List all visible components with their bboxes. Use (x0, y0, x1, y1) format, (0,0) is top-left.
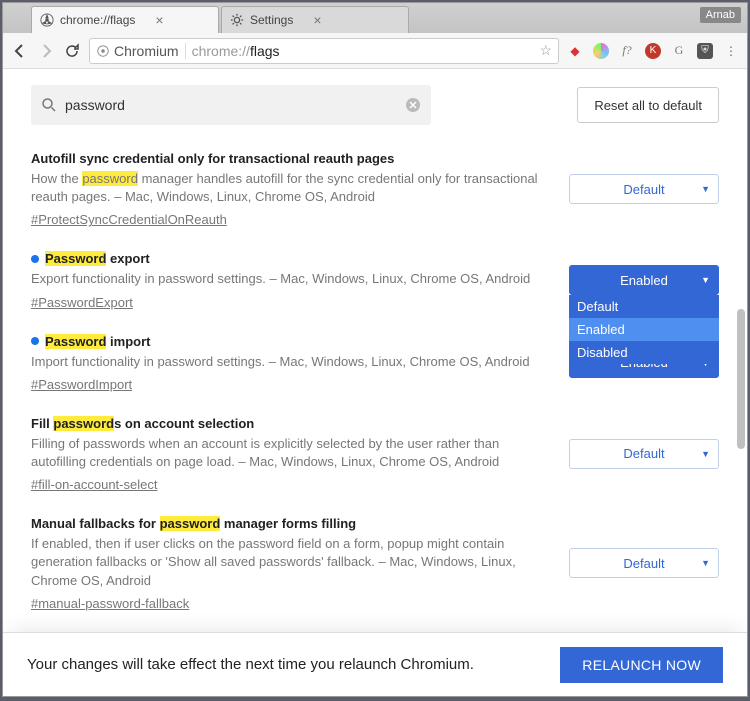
reload-button[interactable] (63, 42, 81, 60)
chevron-down-icon: ▼ (701, 275, 710, 285)
dropdown-option[interactable]: Default (569, 295, 719, 318)
flag-anchor-link[interactable]: #ProtectSyncCredentialOnReauth (31, 212, 227, 227)
flag-title: Autofill sync credential only for transa… (31, 151, 553, 166)
flag-description: Import functionality in password setting… (31, 353, 553, 371)
chevron-down-icon: ▼ (701, 558, 710, 568)
extension-icon[interactable]: f? (619, 43, 635, 59)
reset-all-button[interactable]: Reset all to default (577, 87, 719, 123)
flags-list: Autofill sync credential only for transa… (3, 137, 747, 632)
modified-dot-icon (31, 255, 39, 263)
extensions-tray: ◆ f? K G ⛨ ⋮ (567, 43, 739, 59)
toolbar: Chromium chrome://flags ☆ ◆ f? K G ⛨ ⋮ (3, 33, 747, 69)
dropdown-option[interactable]: Disabled (569, 341, 719, 364)
relaunch-footer: Your changes will take effect the next t… (3, 632, 747, 696)
site-chip: Chromium (96, 43, 186, 59)
search-icon (41, 97, 57, 113)
tab-settings[interactable]: Settings × (221, 6, 409, 33)
flag-title: Fill passwords on account selection (31, 416, 553, 431)
user-badge[interactable]: Arnab (700, 7, 741, 23)
forward-button[interactable] (37, 42, 55, 60)
flag-description: If enabled, then if user clicks on the p… (31, 535, 553, 590)
gear-icon (230, 13, 244, 27)
close-icon[interactable]: × (313, 12, 321, 28)
title-bar: chrome://flags × Settings × Arnab (3, 3, 747, 33)
page-content: Reset all to default Autofill sync crede… (3, 69, 747, 696)
extension-icon[interactable]: K (645, 43, 661, 59)
relaunch-button[interactable]: RELAUNCH NOW (560, 647, 723, 683)
flag-anchor-link[interactable]: #manual-password-fallback (31, 596, 189, 611)
flag-anchor-link[interactable]: #PasswordImport (31, 377, 132, 392)
extension-icon[interactable]: ◆ (567, 43, 583, 59)
tab-label: chrome://flags (60, 13, 135, 27)
flag-title: Password import (31, 334, 553, 349)
close-icon[interactable]: × (155, 12, 163, 28)
flag-description: Filling of passwords when an account is … (31, 435, 553, 471)
flag-row: Autofill sync credential only for transa… (31, 137, 719, 237)
extension-icon[interactable] (593, 43, 609, 59)
search-input[interactable] (65, 97, 405, 113)
flags-search[interactable] (31, 85, 431, 125)
radioactive-icon (40, 13, 54, 27)
extension-icon[interactable]: ⛨ (697, 43, 713, 59)
clear-icon[interactable] (405, 97, 421, 113)
flag-row: Password export Export functionality in p… (31, 237, 719, 319)
back-button[interactable] (11, 42, 29, 60)
tab-label: Settings (250, 13, 293, 27)
flag-anchor-link[interactable]: #PasswordExport (31, 295, 133, 310)
flag-state-select[interactable]: Default▼ (569, 439, 719, 469)
extension-icon[interactable]: G (671, 43, 687, 59)
browser-window: chrome://flags × Settings × Arnab Chromi… (2, 2, 748, 697)
footer-message: Your changes will take effect the next t… (27, 656, 474, 673)
modified-dot-icon (31, 337, 39, 345)
chevron-down-icon: ▼ (701, 184, 710, 194)
bookmark-star-icon[interactable]: ☆ (539, 42, 552, 59)
flag-state-select[interactable]: Enabled▼ (569, 265, 719, 295)
scrollbar-thumb[interactable] (737, 309, 745, 449)
dropdown-option[interactable]: Enabled (569, 318, 719, 341)
chevron-down-icon: ▼ (701, 449, 710, 459)
menu-icon[interactable]: ⋮ (723, 43, 739, 59)
address-text: chrome://flags (192, 43, 280, 59)
flag-anchor-link[interactable]: #fill-on-account-select (31, 477, 157, 492)
flag-state-dropdown: DefaultEnabledDisabled (569, 295, 719, 364)
flag-description: Export functionality in password setting… (31, 270, 553, 288)
flag-title: Password export (31, 251, 553, 266)
flag-row: Fill passwords on account selection Filli… (31, 402, 719, 502)
flag-row: Manual fallbacks for password manager fo… (31, 502, 719, 621)
tab-flags[interactable]: chrome://flags × (31, 6, 219, 33)
flag-title: Manual fallbacks for password manager fo… (31, 516, 553, 531)
flag-description: How the password manager handles autofil… (31, 170, 553, 206)
omnibox[interactable]: Chromium chrome://flags ☆ (89, 38, 559, 64)
flag-state-select[interactable]: Default▼ (569, 174, 719, 204)
flag-state-select[interactable]: Default▼ (569, 548, 719, 578)
